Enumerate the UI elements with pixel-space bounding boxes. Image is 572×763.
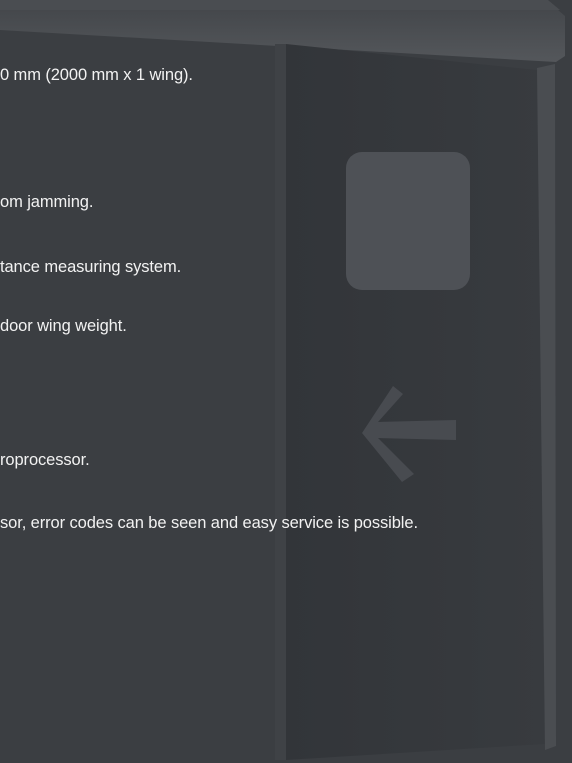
- feature-line-door-size: 0 mm (2000 mm x 1 wing).: [0, 66, 193, 84]
- feature-line-microprocessor: roprocessor.: [0, 451, 90, 469]
- feature-text: 0 mm (2000 mm x 1 wing). om jamming. tan…: [0, 0, 572, 763]
- feature-line-anti-jam: om jamming.: [0, 193, 94, 211]
- feature-line-distance-measuring: tance measuring system.: [0, 258, 182, 276]
- feature-line-error-codes: sor, error codes can be seen and easy se…: [0, 514, 418, 532]
- feature-line-wing-weight: door wing weight.: [0, 317, 127, 335]
- product-feature-panel: 0 mm (2000 mm x 1 wing). om jamming. tan…: [0, 0, 572, 763]
